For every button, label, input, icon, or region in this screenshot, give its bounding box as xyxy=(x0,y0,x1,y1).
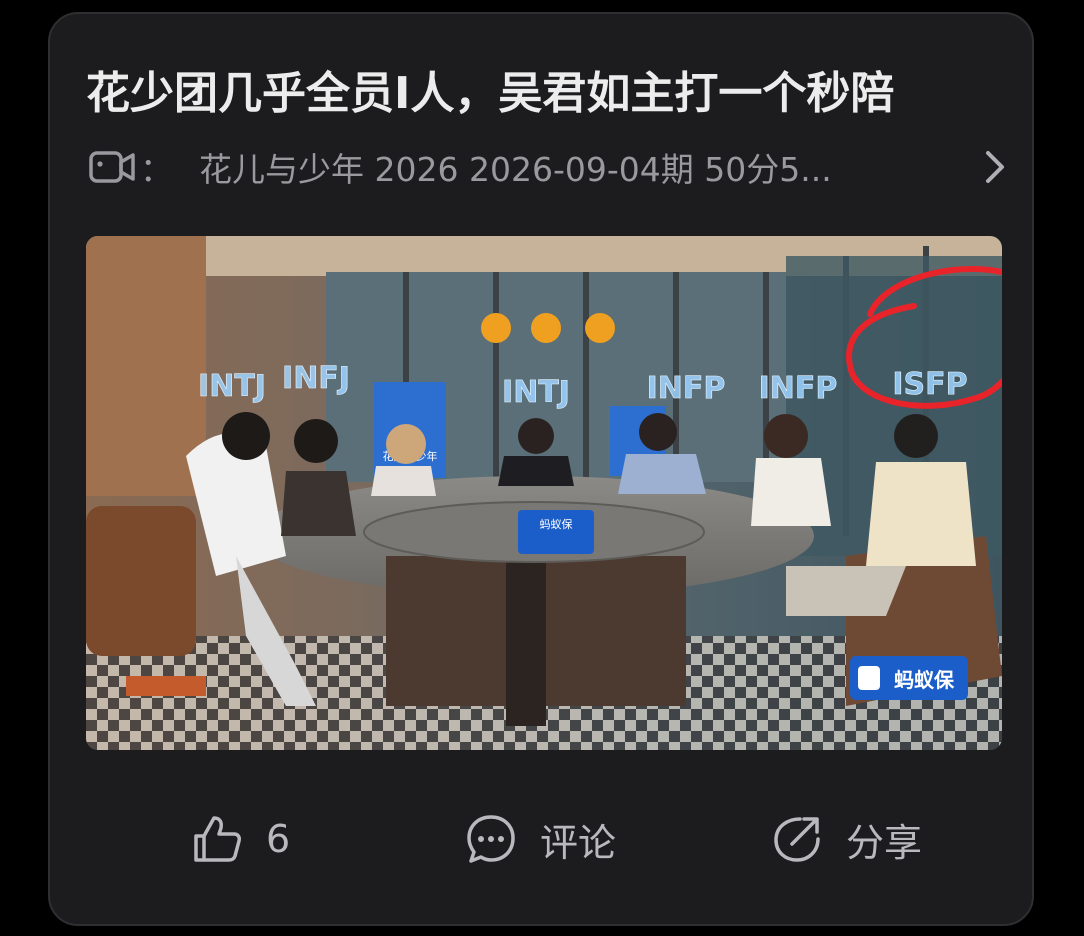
thumbnail-scene: 花儿与少年 蚂蚁保 xyxy=(86,236,1002,750)
mbti-label: INFP xyxy=(647,371,726,406)
share-icon xyxy=(774,817,820,862)
mbti-label: INTJ xyxy=(198,369,266,404)
post-title[interactable]: 花少团几乎全员I人，吴君如主打一个秒陪 xyxy=(86,64,1006,124)
source-text: 花儿与少年 2026 2026-09-04期 50分5... xyxy=(199,150,832,189)
mbti-label: ISFP xyxy=(892,367,967,402)
thumbs-up-icon xyxy=(194,816,241,862)
mbti-label: INTJ xyxy=(502,375,570,410)
comment-button[interactable]: 评论 xyxy=(464,804,616,874)
table-sign-text: 蚂蚁保 xyxy=(540,517,573,531)
like-button[interactable]: 6 xyxy=(190,804,290,874)
action-bar: 6 评论 分享 xyxy=(50,804,1036,874)
mbti-label: INFP xyxy=(759,371,838,406)
source-link[interactable]: ： 花儿与少年 2026 2026-09-04期 50分5... xyxy=(88,142,1008,192)
video-thumbnail[interactable]: 花儿与少年 蚂蚁保 xyxy=(86,236,1002,750)
share-label: 分享 xyxy=(846,820,923,865)
chevron-right-icon[interactable] xyxy=(982,147,1008,187)
comment-bubble-icon xyxy=(467,815,515,863)
video-camera-icon xyxy=(89,151,135,183)
like-count: 6 xyxy=(266,817,291,861)
comment-label: 评论 xyxy=(540,820,617,865)
mbti-label: INFJ xyxy=(282,361,350,396)
source-colon: ： xyxy=(140,150,173,189)
share-button[interactable]: 分享 xyxy=(770,804,922,874)
watermark-text: 蚂蚁保 xyxy=(894,668,955,692)
video-post-card[interactable]: 花少团几乎全员I人，吴君如主打一个秒陪 ： 花儿与少年 2026 2026-09… xyxy=(48,12,1034,926)
